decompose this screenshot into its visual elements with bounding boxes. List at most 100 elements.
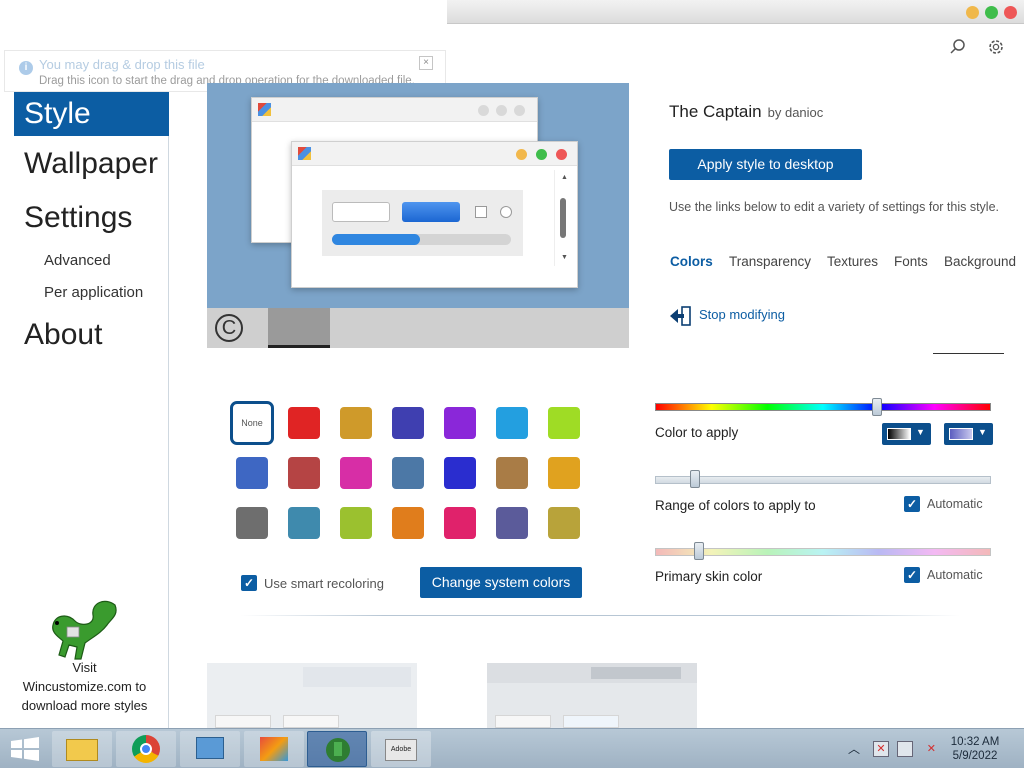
taskbar: Adobe ︿ ✕ ✕ xyxy=(0,728,1024,768)
apply-style-button[interactable]: Apply style to desktop xyxy=(669,149,862,180)
style-thumbnail-1[interactable] xyxy=(207,663,417,728)
application-window: i You may drag & drop this file Drag thi… xyxy=(0,0,1024,768)
preview-front-titlebar xyxy=(292,142,577,166)
adobe-icon[interactable]: Adobe xyxy=(371,731,431,767)
tab-background[interactable]: Background xyxy=(944,254,1016,269)
range-label: Range of colors to apply to xyxy=(655,498,816,513)
control-panel-icon[interactable] xyxy=(180,731,240,767)
stop-modifying-icon[interactable] xyxy=(669,305,693,327)
windows-start-icon[interactable] xyxy=(10,737,40,761)
sidebar: Style Wallpaper Settings Advanced Per ap… xyxy=(0,92,169,728)
sidebar-item-about[interactable]: About xyxy=(14,313,169,357)
sidebar-item-style[interactable]: Style xyxy=(14,92,169,136)
color-dropdown-1[interactable]: ▼ xyxy=(882,423,931,445)
style-thumbnail-2[interactable] xyxy=(487,663,697,728)
range-automatic-checkbox[interactable]: ✓ xyxy=(904,496,920,512)
visit-line-1: Visit xyxy=(72,660,97,675)
preview-input xyxy=(332,202,390,222)
color-swatch[interactable] xyxy=(496,507,528,539)
minimize-button[interactable] xyxy=(966,6,979,19)
range-slider-thumb[interactable] xyxy=(690,470,701,488)
window-title-bar xyxy=(447,0,1024,24)
color-dropdown-2[interactable]: ▼ xyxy=(944,423,993,445)
color-swatch[interactable] xyxy=(340,457,372,489)
tab-fonts[interactable]: Fonts xyxy=(894,254,928,269)
preview-radio xyxy=(500,206,512,218)
hue-slider[interactable] xyxy=(655,403,991,411)
search-icon[interactable] xyxy=(949,38,967,56)
color-swatch[interactable] xyxy=(236,507,268,539)
style-name: The Captain xyxy=(669,102,762,121)
color-swatch[interactable] xyxy=(236,457,268,489)
preview-checkbox xyxy=(475,206,487,218)
color-swatch[interactable] xyxy=(444,457,476,489)
skin-automatic-label: Automatic xyxy=(927,568,983,582)
range-slider[interactable] xyxy=(655,476,991,484)
visit-wincustomize-link[interactable]: Visit Wincustomize.com to download more … xyxy=(0,658,169,715)
color-swatch[interactable] xyxy=(288,507,320,539)
visit-line-2: Wincustomize.com to xyxy=(22,679,147,694)
system-clock[interactable]: 10:32 AM 5/9/2022 xyxy=(937,735,1013,763)
sidebar-item-advanced[interactable]: Advanced xyxy=(44,252,111,269)
color-swatch[interactable] xyxy=(288,407,320,439)
skin-automatic-checkbox[interactable]: ✓ xyxy=(904,567,920,583)
info-icon: i xyxy=(19,61,33,75)
chrome-icon[interactable] xyxy=(116,731,176,767)
sidebar-item-settings[interactable]: Settings xyxy=(14,196,169,240)
gear-icon[interactable] xyxy=(986,37,1006,57)
folders-icon[interactable] xyxy=(244,731,304,767)
color-swatch[interactable] xyxy=(392,407,424,439)
volume-muted-icon[interactable]: ✕ xyxy=(920,741,936,757)
adobe-label: Adobe xyxy=(385,739,417,761)
preview-progress-fill xyxy=(332,234,420,245)
swatch-none[interactable]: None xyxy=(230,401,274,445)
preview-controls-area xyxy=(322,190,523,256)
preview-scrollbar: ▲ ▼ xyxy=(554,170,572,266)
color-swatch[interactable] xyxy=(444,407,476,439)
smart-recoloring-checkbox[interactable]: ✓ xyxy=(241,575,257,591)
tab-colors[interactable]: Colors xyxy=(670,254,713,269)
hue-slider-thumb[interactable] xyxy=(871,398,882,416)
sidebar-item-per-application[interactable]: Per application xyxy=(44,284,143,301)
tab-textures[interactable]: Textures xyxy=(827,254,878,269)
color-swatch[interactable] xyxy=(548,507,580,539)
maximize-button[interactable] xyxy=(985,6,998,19)
color-swatch[interactable] xyxy=(392,457,424,489)
color-to-apply-label: Color to apply xyxy=(655,425,739,440)
stop-modifying-link[interactable]: Stop modifying xyxy=(699,307,785,322)
sidebar-item-wallpaper[interactable]: Wallpaper xyxy=(14,142,169,186)
action-center-icon[interactable]: ✕ xyxy=(873,741,889,757)
color-swatch[interactable] xyxy=(444,507,476,539)
tooltip-close-button[interactable]: × xyxy=(419,56,433,70)
close-button[interactable] xyxy=(1004,6,1017,19)
tab-transparency[interactable]: Transparency xyxy=(729,254,811,269)
preview-taskbar-item xyxy=(268,308,330,348)
app-logo-icon xyxy=(298,147,311,160)
color-swatch[interactable] xyxy=(548,407,580,439)
preview-back-titlebar xyxy=(252,98,537,122)
smart-recoloring-label: Use smart recoloring xyxy=(264,576,384,591)
skin-color-slider[interactable] xyxy=(655,548,991,556)
skin-color-slider-thumb[interactable] xyxy=(693,542,704,560)
file-explorer-icon[interactable] xyxy=(52,731,112,767)
download-manager-icon[interactable] xyxy=(307,731,367,767)
color-swatch[interactable] xyxy=(288,457,320,489)
section-divider xyxy=(240,615,960,616)
primary-skin-label: Primary skin color xyxy=(655,569,763,584)
change-system-colors-button[interactable]: Change system colors xyxy=(420,567,582,598)
color-swatch[interactable] xyxy=(496,457,528,489)
color-swatch[interactable] xyxy=(340,507,372,539)
show-hidden-icons-icon[interactable]: ︿ xyxy=(848,740,860,757)
gecko-mascot-icon[interactable] xyxy=(45,597,123,661)
app-logo-icon xyxy=(258,103,271,116)
chevron-down-icon: ▼ xyxy=(978,427,987,437)
network-icon[interactable] xyxy=(897,741,913,757)
range-automatic-label: Automatic xyxy=(927,497,983,511)
chevron-down-icon: ▼ xyxy=(916,427,925,437)
color-swatch[interactable] xyxy=(392,507,424,539)
color-swatch[interactable] xyxy=(496,407,528,439)
color-swatch[interactable] xyxy=(548,457,580,489)
color-swatch[interactable] xyxy=(340,407,372,439)
preview-progress-track xyxy=(332,234,511,245)
style-preview: ▲ ▼ C xyxy=(207,83,629,348)
